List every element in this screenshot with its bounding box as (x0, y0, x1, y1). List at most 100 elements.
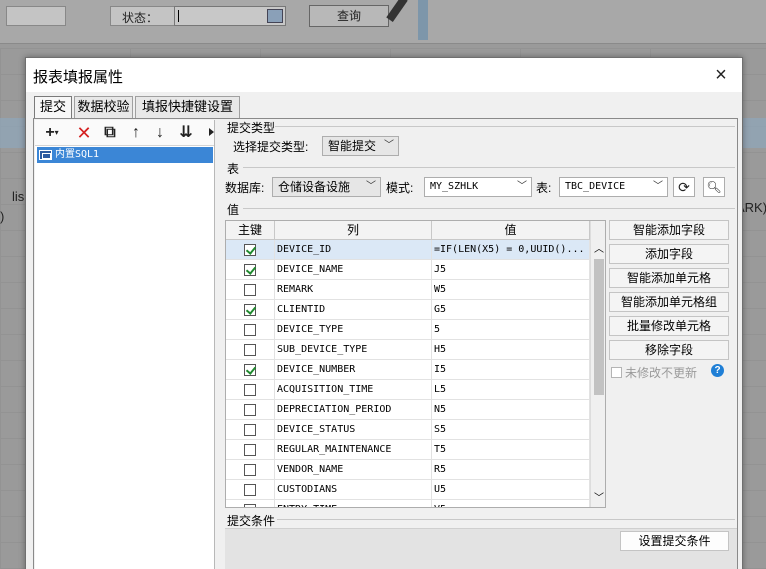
value-cell[interactable]: I5 (432, 360, 590, 380)
value-cell[interactable]: =IF(LEN(X5) = 0,UUID()... (432, 240, 590, 260)
smart-add-cell-button[interactable]: 智能添加单元格 (609, 268, 729, 288)
schema-label: 模式: (386, 181, 414, 195)
tab-data-validation[interactable]: 数据校验 (74, 96, 133, 118)
primary-key-cell (226, 500, 275, 507)
value-cell[interactable]: J5 (432, 260, 590, 280)
column-name-cell[interactable]: CUSTODIANS (275, 480, 432, 500)
column-name-cell[interactable]: DEVICE_NAME (275, 260, 432, 280)
column-header-value[interactable]: 值 (432, 221, 590, 240)
tab-submit[interactable]: 提交 (34, 96, 72, 119)
column-name-cell[interactable]: DEVICE_TYPE (275, 320, 432, 340)
table-row[interactable]: ACQUISITION_TIME L5 (226, 380, 590, 400)
refresh-button[interactable]: ⟳ (673, 177, 695, 197)
scroll-down-icon[interactable]: ﹀ (591, 492, 605, 506)
table-select[interactable]: TBC_DEVICE ﹀ (559, 177, 668, 197)
database-select[interactable]: 仓储设备设施 ﹀ (272, 177, 381, 197)
column-name-cell[interactable]: REMARK (275, 280, 432, 300)
value-cell[interactable]: N5 (432, 400, 590, 420)
primary-key-checkbox[interactable] (244, 284, 256, 296)
add-field-button[interactable]: 添加字段 (609, 244, 729, 264)
value-cell[interactable]: V5 (432, 500, 590, 507)
table-row[interactable]: REMARK W5 (226, 280, 590, 300)
set-submit-condition-button[interactable]: 设置提交条件 (620, 531, 729, 551)
table-row[interactable]: REGULAR_MAINTENANCE T5 (226, 440, 590, 460)
column-name-cell[interactable]: VENDOR_NAME (275, 460, 432, 480)
value-cell[interactable]: S5 (432, 420, 590, 440)
background-status-label: 状态： (122, 11, 159, 25)
table-row[interactable]: DEVICE_NUMBER I5 (226, 360, 590, 380)
smart-add-cell-group-button[interactable]: 智能添加单元格组 (609, 292, 729, 312)
field-mapping-table: 主键 列 值 DEVICE_ID =IF(LEN(X5) = 0,UUID()..… (225, 220, 606, 508)
delete-button[interactable]: ✕ (73, 123, 95, 143)
table-row[interactable]: ENTRY_TIMEV5 (226, 500, 590, 507)
move-bottom-button[interactable]: ⇊ (175, 123, 197, 143)
primary-key-cell (226, 260, 275, 280)
preview-button[interactable]: 🔍︎ (703, 177, 725, 197)
primary-key-checkbox[interactable] (244, 324, 256, 336)
table-row[interactable]: DEVICE_TYPE 5 (226, 320, 590, 340)
value-cell[interactable]: T5 (432, 440, 590, 460)
primary-key-checkbox[interactable] (244, 424, 256, 436)
column-header-column[interactable]: 列 (275, 221, 432, 240)
copy-button[interactable]: ⧉ (99, 123, 121, 143)
value-cell[interactable]: R5 (432, 460, 590, 480)
column-name-cell[interactable]: ENTRY_TIME (275, 500, 432, 507)
batch-modify-cell-button[interactable]: 批量修改单元格 (609, 316, 729, 336)
value-cell[interactable]: H5 (432, 340, 590, 360)
value-cell[interactable]: L5 (432, 380, 590, 400)
table-row[interactable]: CLIENTID G5 (226, 300, 590, 320)
table-row[interactable]: VENDOR_NAME R5 (226, 460, 590, 480)
add-button[interactable]: +▾ (39, 123, 65, 143)
table-row[interactable]: DEVICE_NAME J5 (226, 260, 590, 280)
primary-key-checkbox[interactable] (244, 464, 256, 476)
column-name-cell[interactable]: SUB_DEVICE_TYPE (275, 340, 432, 360)
column-header-key[interactable]: 主键 (226, 221, 275, 240)
table-row[interactable]: DEPRECIATION_PERIOD N5 (226, 400, 590, 420)
column-name-cell[interactable]: DEPRECIATION_PERIOD (275, 400, 432, 420)
value-cell[interactable]: W5 (432, 280, 590, 300)
chevron-down-icon: ﹀ (384, 140, 394, 151)
section-table: 表 (227, 162, 240, 176)
schema-select[interactable]: MY_SZHLK ﹀ (424, 177, 532, 197)
primary-key-checkbox[interactable] (244, 264, 256, 276)
scroll-thumb[interactable] (594, 259, 604, 395)
primary-key-checkbox[interactable] (244, 304, 256, 316)
column-name-cell[interactable]: REGULAR_MAINTENANCE (275, 440, 432, 460)
close-button[interactable]: × (708, 62, 734, 88)
submit-type-select[interactable]: 智能提交 ﹀ (322, 136, 399, 156)
table-row[interactable]: SUB_DEVICE_TYPE H5 (226, 340, 590, 360)
column-name-cell[interactable]: CLIENTID (275, 300, 432, 320)
refresh-icon: ⟳ (678, 179, 690, 195)
table-body: DEVICE_ID =IF(LEN(X5) = 0,UUID()... DEVICE… (226, 240, 590, 507)
primary-key-checkbox[interactable] (244, 244, 256, 256)
primary-key-checkbox[interactable] (244, 504, 256, 507)
remove-field-button[interactable]: 移除字段 (609, 340, 729, 360)
column-name-cell[interactable]: DEVICE_NUMBER (275, 360, 432, 380)
value-cell[interactable]: 5 (432, 320, 590, 340)
scroll-up-icon[interactable]: ︿ (591, 243, 605, 257)
table-row[interactable]: CUSTODIANS U5 (226, 480, 590, 500)
submit-list-toolbar: +▾ ✕ ⧉ ↑ ↓ ⇊ (35, 120, 214, 146)
column-name-cell[interactable]: DEVICE_STATUS (275, 420, 432, 440)
no-update-unmodified-checkbox[interactable]: 未修改不更新 (611, 364, 697, 381)
toolbar-more-icon[interactable] (209, 128, 214, 136)
column-name-cell[interactable]: DEVICE_ID (275, 240, 432, 260)
table-row[interactable]: DEVICE_STATUS S5 (226, 420, 590, 440)
move-up-button[interactable]: ↑ (125, 123, 147, 143)
primary-key-checkbox[interactable] (244, 444, 256, 456)
primary-key-checkbox[interactable] (244, 344, 256, 356)
primary-key-checkbox[interactable] (244, 364, 256, 376)
column-name-cell[interactable]: ACQUISITION_TIME (275, 380, 432, 400)
list-item-builtin-sql[interactable]: 内置SQL1 (37, 147, 213, 163)
primary-key-checkbox[interactable] (244, 384, 256, 396)
value-cell[interactable]: G5 (432, 300, 590, 320)
help-icon[interactable]: ? (711, 364, 724, 377)
primary-key-checkbox[interactable] (244, 484, 256, 496)
table-row[interactable]: DEVICE_ID =IF(LEN(X5) = 0,UUID()... (226, 240, 590, 260)
tab-hotkey-settings[interactable]: 填报快捷键设置 (135, 96, 240, 118)
primary-key-checkbox[interactable] (244, 404, 256, 416)
value-cell[interactable]: U5 (432, 480, 590, 500)
vertical-scrollbar[interactable]: ︿ ﹀ (590, 221, 605, 507)
move-down-button[interactable]: ↓ (149, 123, 171, 143)
smart-add-field-button[interactable]: 智能添加字段 (609, 220, 729, 240)
